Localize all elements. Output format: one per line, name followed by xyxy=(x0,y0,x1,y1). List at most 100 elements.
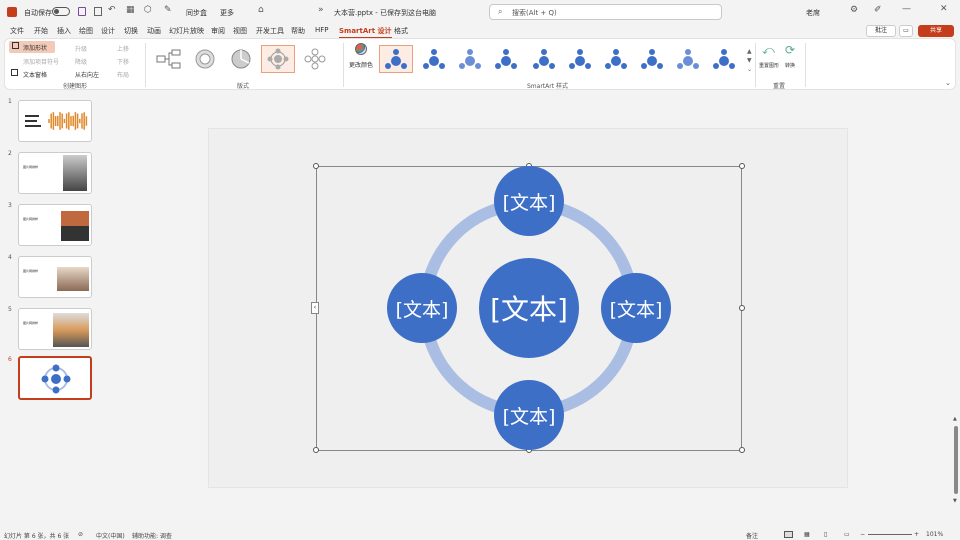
tab-developer[interactable]: 开发工具 xyxy=(256,26,284,36)
user-name[interactable]: 老席 xyxy=(806,8,820,18)
slide-sorter-icon[interactable]: ▦ xyxy=(804,531,810,538)
comment-button[interactable]: 批注 xyxy=(866,25,896,37)
accessibility-status[interactable]: 辅助功能: 调查 xyxy=(132,531,172,540)
resize-handle[interactable] xyxy=(313,163,319,169)
normal-view-icon[interactable] xyxy=(784,531,793,538)
style-option-6[interactable] xyxy=(563,45,597,73)
resize-handle[interactable] xyxy=(739,447,745,453)
bottom-node[interactable]: [文本] xyxy=(494,380,564,450)
center-node[interactable]: [文本] xyxy=(479,258,579,358)
tab-review[interactable]: 审阅 xyxy=(211,26,225,36)
style-option-10[interactable] xyxy=(707,45,741,73)
promote-button[interactable]: 升级 xyxy=(75,44,87,53)
accessibility-icon: ⊘ xyxy=(78,531,84,538)
home-icon[interactable]: ⌂ xyxy=(258,5,264,15)
tab-file[interactable]: 文件 xyxy=(10,26,24,36)
present-button[interactable]: ▭ xyxy=(899,25,913,37)
zoom-slider[interactable] xyxy=(868,534,912,535)
pen-icon[interactable]: ✐ xyxy=(874,5,882,15)
slideshow-icon[interactable]: ▭ xyxy=(844,531,850,538)
add-shape-button[interactable]: 添加形状 xyxy=(9,41,55,53)
right-to-left-button[interactable]: 从右向左 xyxy=(75,70,99,79)
language-status[interactable]: 中文(中国) xyxy=(96,531,125,540)
scroll-down-icon[interactable]: ▼ xyxy=(953,498,957,504)
style-option-7[interactable] xyxy=(599,45,633,73)
shape-icon[interactable]: ⬡ xyxy=(144,5,152,15)
tab-help[interactable]: 帮助 xyxy=(291,26,305,36)
tab-transitions[interactable]: 切换 xyxy=(124,26,138,36)
tab-slideshow[interactable]: 幻灯片放映 xyxy=(169,26,204,36)
tab-insert[interactable]: 插入 xyxy=(57,26,71,36)
layout-button[interactable]: 布局 xyxy=(117,70,129,79)
layout-option-pie[interactable] xyxy=(225,45,257,73)
resize-handle[interactable] xyxy=(739,163,745,169)
search-icon: ⌕ xyxy=(498,7,503,16)
scroll-up-icon[interactable]: ▲ xyxy=(953,416,957,422)
demote-button[interactable]: 降级 xyxy=(75,57,87,66)
search-box[interactable]: ⌕ 搜索(Alt + Q) xyxy=(489,4,722,20)
style-option-1-selected[interactable] xyxy=(379,45,413,73)
slide-thumbnail-5[interactable]: 图片网排样 xyxy=(18,308,92,350)
slide-thumbnail-6[interactable] xyxy=(18,356,92,400)
slide-thumbnail-2[interactable]: 图片网排样 xyxy=(18,152,92,194)
left-node[interactable]: [文本] xyxy=(387,273,457,343)
style-option-8[interactable] xyxy=(635,45,669,73)
save-icon[interactable] xyxy=(78,7,86,16)
resize-handle[interactable] xyxy=(313,447,319,453)
more-label[interactable]: 更多 xyxy=(220,8,234,18)
right-node[interactable]: [文本] xyxy=(601,273,671,343)
style-option-5[interactable] xyxy=(527,45,561,73)
autosave-toggle[interactable] xyxy=(52,7,70,16)
layout-gallery xyxy=(151,45,339,75)
undo-icon[interactable]: ↶ xyxy=(108,5,116,15)
top-node[interactable]: [文本] xyxy=(494,166,564,236)
style-option-4[interactable] xyxy=(489,45,523,73)
add-bullet-button[interactable]: 添加项目符号 xyxy=(23,57,59,66)
tab-view[interactable]: 视图 xyxy=(233,26,247,36)
layout-option-radial-selected[interactable] xyxy=(261,45,295,73)
slide-thumbnail-3[interactable]: 图片网排样 xyxy=(18,204,92,246)
zoom-level[interactable]: 101% xyxy=(926,531,943,538)
move-down-button[interactable]: 下移 xyxy=(117,57,129,66)
redo-icon[interactable]: ▦ xyxy=(126,5,135,15)
convert-button[interactable]: ⟳ 转换 xyxy=(781,42,803,78)
layout-option-hierarchy[interactable] xyxy=(153,45,185,73)
zoom-out-icon[interactable]: − xyxy=(860,531,865,538)
city-image xyxy=(53,313,89,347)
tab-draw[interactable]: 绘图 xyxy=(79,26,93,36)
layout-option-cycle[interactable] xyxy=(189,45,221,73)
minimize-icon[interactable]: — xyxy=(902,4,911,14)
collapse-ribbon-icon[interactable]: ⌄ xyxy=(945,79,951,87)
notes-button[interactable]: 备注 xyxy=(746,531,758,540)
new-slide-icon[interactable] xyxy=(94,7,102,16)
separator xyxy=(343,43,344,87)
slide-thumbnail-1[interactable] xyxy=(18,100,92,142)
style-option-9[interactable] xyxy=(671,45,705,73)
zoom-in-icon[interactable]: + xyxy=(914,531,919,538)
tab-home[interactable]: 开始 xyxy=(34,26,48,36)
tab-animations[interactable]: 动画 xyxy=(147,26,161,36)
chevrons-icon[interactable]: » xyxy=(318,5,324,15)
tab-hfp[interactable]: HFP xyxy=(315,26,329,34)
sync-label[interactable]: 同步盒 xyxy=(186,8,207,18)
format-painter-icon[interactable]: ✎ xyxy=(164,5,172,15)
style-option-3[interactable] xyxy=(453,45,487,73)
style-option-2[interactable] xyxy=(417,45,451,73)
resize-handle[interactable] xyxy=(739,305,745,311)
text-pane-button[interactable]: 文本窗格 xyxy=(23,70,47,79)
change-colors-button[interactable]: 更改颜色 xyxy=(347,42,375,78)
text-pane-toggle-icon[interactable]: ‹ xyxy=(311,302,319,314)
close-icon[interactable]: ✕ xyxy=(940,4,948,14)
share-button[interactable]: 共享 xyxy=(918,25,954,37)
layout-option-grid[interactable] xyxy=(299,45,331,73)
slide-thumbnail-4[interactable]: 图片网排样 xyxy=(18,256,92,298)
tab-format[interactable]: 格式 xyxy=(394,26,408,36)
vertical-scrollbar[interactable] xyxy=(954,426,958,494)
gallery-scroll-icon[interactable]: ▲ ▼ ⌄ xyxy=(747,47,752,74)
move-up-button[interactable]: 上移 xyxy=(117,44,129,53)
reading-view-icon[interactable]: ▯ xyxy=(824,531,827,538)
settings-icon[interactable]: ⚙ xyxy=(850,5,858,15)
tab-smartart-design[interactable]: SmartArt 设计 xyxy=(339,26,392,39)
tab-design[interactable]: 设计 xyxy=(101,26,115,36)
reset-graphic-button[interactable]: ⤺ 重置图形 xyxy=(757,42,781,78)
